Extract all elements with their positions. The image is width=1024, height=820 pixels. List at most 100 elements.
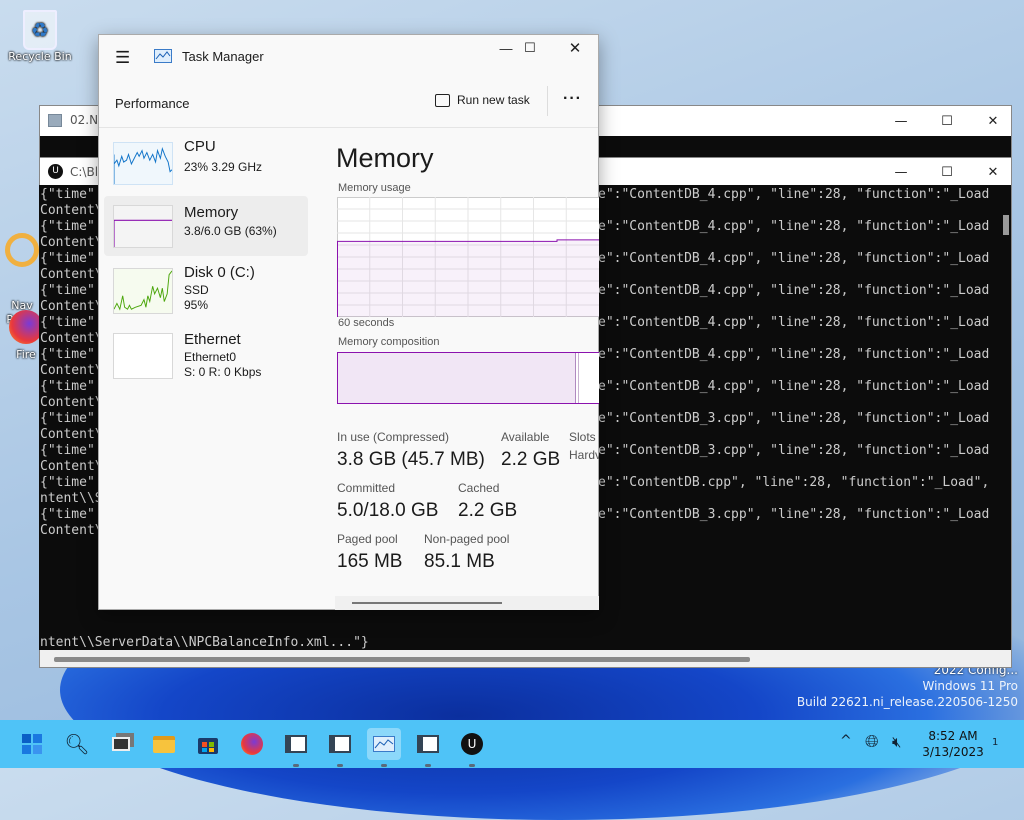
- memory-usage-label: Memory usage: [338, 182, 411, 194]
- task-view-icon: [112, 737, 130, 751]
- paged-pool-label: Paged pool: [337, 532, 398, 546]
- running-indicator: [337, 764, 343, 767]
- console-line: {"time": [40, 347, 95, 362]
- non-paged-pool-label: Non-paged pool: [424, 532, 510, 546]
- recycle-bin-icon: ♻: [23, 10, 57, 50]
- maximize-button[interactable]: ☐: [507, 35, 553, 61]
- notification-count[interactable]: 1: [992, 737, 998, 748]
- console-icon: [329, 735, 351, 753]
- available-value: 2.2 GB: [501, 449, 561, 470]
- windows-watermark: 2022 Config... Windows 11 Pro Build 2262…: [797, 662, 1018, 710]
- desktop-icon-label: Recycle Bin: [8, 50, 72, 63]
- console-line: Content\: [40, 459, 103, 474]
- console-line: e":"ContentDB_3.cpp", "line":28, "functi…: [598, 507, 990, 522]
- unreal-taskbar-button[interactable]: U: [455, 728, 489, 760]
- memory-composition-label: Memory composition: [338, 336, 440, 348]
- windows-logo-icon: [22, 734, 42, 754]
- maximize-button[interactable]: ☐: [924, 158, 970, 186]
- minimize-button[interactable]: —: [878, 106, 924, 136]
- console-line: ntent\\ServerData\\NPCBalanceInfo.xml...…: [40, 635, 369, 650]
- console-taskbar-button[interactable]: [279, 728, 313, 760]
- console-line: e":"ContentDB_4.cpp", "line":28, "functi…: [598, 283, 990, 298]
- time-axis-label: 60 seconds: [338, 317, 395, 329]
- unreal-icon: U: [461, 733, 483, 755]
- console-line: Content\: [40, 427, 103, 442]
- console-line: {"time": [40, 251, 95, 266]
- task-manager-taskbar-button[interactable]: [367, 728, 401, 760]
- composition-modified: [578, 353, 579, 403]
- ethernet-thumbnail-graph: [113, 333, 173, 379]
- volume-muted-icon[interactable]: 🔇︎: [892, 733, 901, 751]
- scrollbar-thumb[interactable]: [352, 602, 502, 604]
- running-indicator: [469, 764, 475, 767]
- page-title: Performance: [115, 96, 190, 111]
- show-hidden-icons-chevron-icon[interactable]: ^: [840, 733, 852, 749]
- horizontal-scrollbar[interactable]: [335, 596, 599, 610]
- sidebar-item-detail: SSD: [184, 283, 209, 297]
- close-button[interactable]: ✕: [970, 158, 1016, 186]
- clock[interactable]: 8:52 AM 3/13/2023: [918, 728, 988, 760]
- console-line: {"time": [40, 219, 95, 234]
- vertical-scrollbar-thumb[interactable]: [1003, 215, 1009, 235]
- app-shortcut-icon: [5, 233, 39, 267]
- more-options-icon[interactable]: ···: [563, 90, 582, 108]
- firefox-icon: [9, 310, 43, 344]
- search-button[interactable]: 🔍︎: [60, 728, 94, 760]
- horizontal-scrollbar-thumb[interactable]: [54, 657, 750, 662]
- console-icon: [285, 735, 307, 753]
- memory-composition-bar: [337, 352, 599, 404]
- file-explorer-button[interactable]: [147, 728, 181, 760]
- console-line: ntent\\S: [40, 491, 103, 506]
- close-button[interactable]: ✕: [552, 35, 598, 61]
- close-button[interactable]: ✕: [970, 106, 1016, 136]
- console-taskbar-button[interactable]: [411, 728, 445, 760]
- console-line: Content\: [40, 331, 103, 346]
- console-line: e":"ContentDB_4.cpp", "line":28, "functi…: [598, 379, 990, 394]
- console-taskbar-button[interactable]: [323, 728, 357, 760]
- available-label: Available: [501, 430, 550, 444]
- sidebar-item-ethernet[interactable]: Ethernet Ethernet0 S: 0 R: 0 Kbps: [104, 329, 308, 389]
- run-new-task-button[interactable]: Run new task: [435, 93, 530, 107]
- paged-pool-value: 165 MB: [337, 551, 403, 572]
- title-bar[interactable]: ☰ Task Manager — ☐ ✕: [99, 35, 598, 81]
- console-line: {"time": [40, 475, 95, 490]
- console-icon: [48, 114, 62, 127]
- sidebar-item-memory[interactable]: Memory 3.8/6.0 GB (63%): [104, 196, 308, 256]
- console-line: Content\: [40, 395, 103, 410]
- hardware-reserved-label: Hardv: [569, 448, 599, 462]
- task-manager-window[interactable]: ☰ Task Manager — ☐ ✕ Performance Run new…: [98, 34, 599, 610]
- unreal-icon: U: [48, 164, 63, 179]
- console-line: {"time": [40, 411, 95, 426]
- sidebar-item-detail: S: 0 R: 0 Kbps: [184, 365, 262, 379]
- minimize-button[interactable]: —: [878, 158, 924, 186]
- console-line: e":"ContentDB_4.cpp", "line":28, "functi…: [598, 251, 990, 266]
- maximize-button[interactable]: ☐: [924, 106, 970, 136]
- console-line: {"time": [40, 507, 95, 522]
- sidebar-item-title: Memory: [184, 204, 239, 221]
- store-button[interactable]: [191, 728, 225, 760]
- divider: [547, 86, 548, 116]
- desktop-icon-recycle-bin[interactable]: ♻ Recycle Bin: [0, 10, 80, 63]
- committed-label: Committed: [337, 481, 396, 495]
- console-line: e":"ContentDB_4.cpp", "line":28, "functi…: [598, 219, 990, 234]
- start-button[interactable]: [15, 728, 49, 760]
- firefox-button[interactable]: [235, 728, 269, 760]
- sidebar-item-cpu[interactable]: CPU 23% 3.29 GHz: [104, 138, 308, 198]
- hamburger-menu-icon[interactable]: ☰: [115, 48, 130, 68]
- task-view-button[interactable]: [104, 728, 138, 760]
- memory-thumbnail-graph: [113, 205, 173, 248]
- store-icon: [198, 738, 218, 754]
- non-paged-pool-value: 85.1 MB: [424, 551, 495, 572]
- main-title: Memory: [336, 143, 434, 173]
- sidebar-item-disk[interactable]: Disk 0 (C:) SSD 95%: [104, 264, 308, 324]
- cached-label: Cached: [458, 481, 500, 495]
- console-line: {"time": [40, 379, 95, 394]
- network-globe-icon[interactable]: 🌐︎: [865, 732, 879, 752]
- console-line: e":"ContentDB_3.cpp", "line":28, "functi…: [598, 443, 990, 458]
- console-line: e":"ContentDB_4.cpp", "line":28, "functi…: [598, 347, 990, 362]
- in-use-value: 3.8 GB (45.7 MB): [337, 449, 485, 470]
- sidebar-item-title: Disk 0 (C:): [184, 264, 255, 281]
- sidebar-item-detail: 3.8/6.0 GB (63%): [184, 224, 277, 238]
- memory-usage-area: [337, 239, 599, 317]
- console-line: Content\: [40, 203, 103, 218]
